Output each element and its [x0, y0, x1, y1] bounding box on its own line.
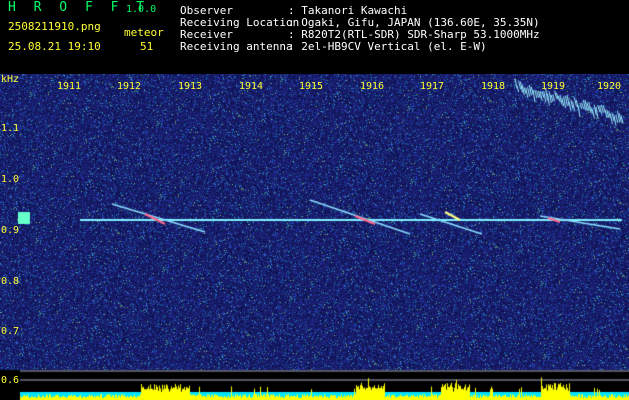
- y-tick-label: 1.1: [1, 123, 20, 134]
- meteor-label: meteor: [124, 26, 164, 39]
- time-tick-label: 1916: [360, 81, 385, 92]
- time-tick-label: 1920: [597, 81, 622, 92]
- time-tick-label: 1917: [420, 81, 445, 92]
- spectrogram-canvas: [0, 74, 629, 400]
- unit-label: kHz: [1, 74, 20, 85]
- y-tick-label: 1.0: [1, 174, 20, 185]
- time-tick-label: 1914: [239, 81, 264, 92]
- app-version: 1.0.0: [126, 4, 157, 15]
- date-time: 25.08.21 19:10: [8, 40, 101, 53]
- y-tick-label: 0.7: [1, 326, 20, 337]
- spectrogram-panel: kHz 1.1 1.0 0.9 0.8 0.7 0.6 1911 1912 19…: [0, 74, 629, 400]
- y-tick-label: 0.8: [1, 276, 20, 287]
- y-tick-label: 0.6: [1, 375, 20, 386]
- time-tick-label: 1911: [57, 81, 82, 92]
- time-tick-label: 1915: [299, 81, 324, 92]
- y-tick-label: 0.9: [1, 225, 20, 236]
- info-key-antenna: Receiving antenna: [180, 40, 293, 53]
- time-tick-label: 1919: [541, 81, 566, 92]
- info-value-antenna: : 2el-HB9CV Vertical (el. E-W): [288, 40, 487, 53]
- meteor-count: 51: [140, 40, 154, 53]
- time-tick-label: 1918: [481, 81, 506, 92]
- time-tick-label: 1912: [117, 81, 142, 92]
- file-name: 2508211910.png: [8, 20, 101, 33]
- time-tick-label: 1913: [178, 81, 203, 92]
